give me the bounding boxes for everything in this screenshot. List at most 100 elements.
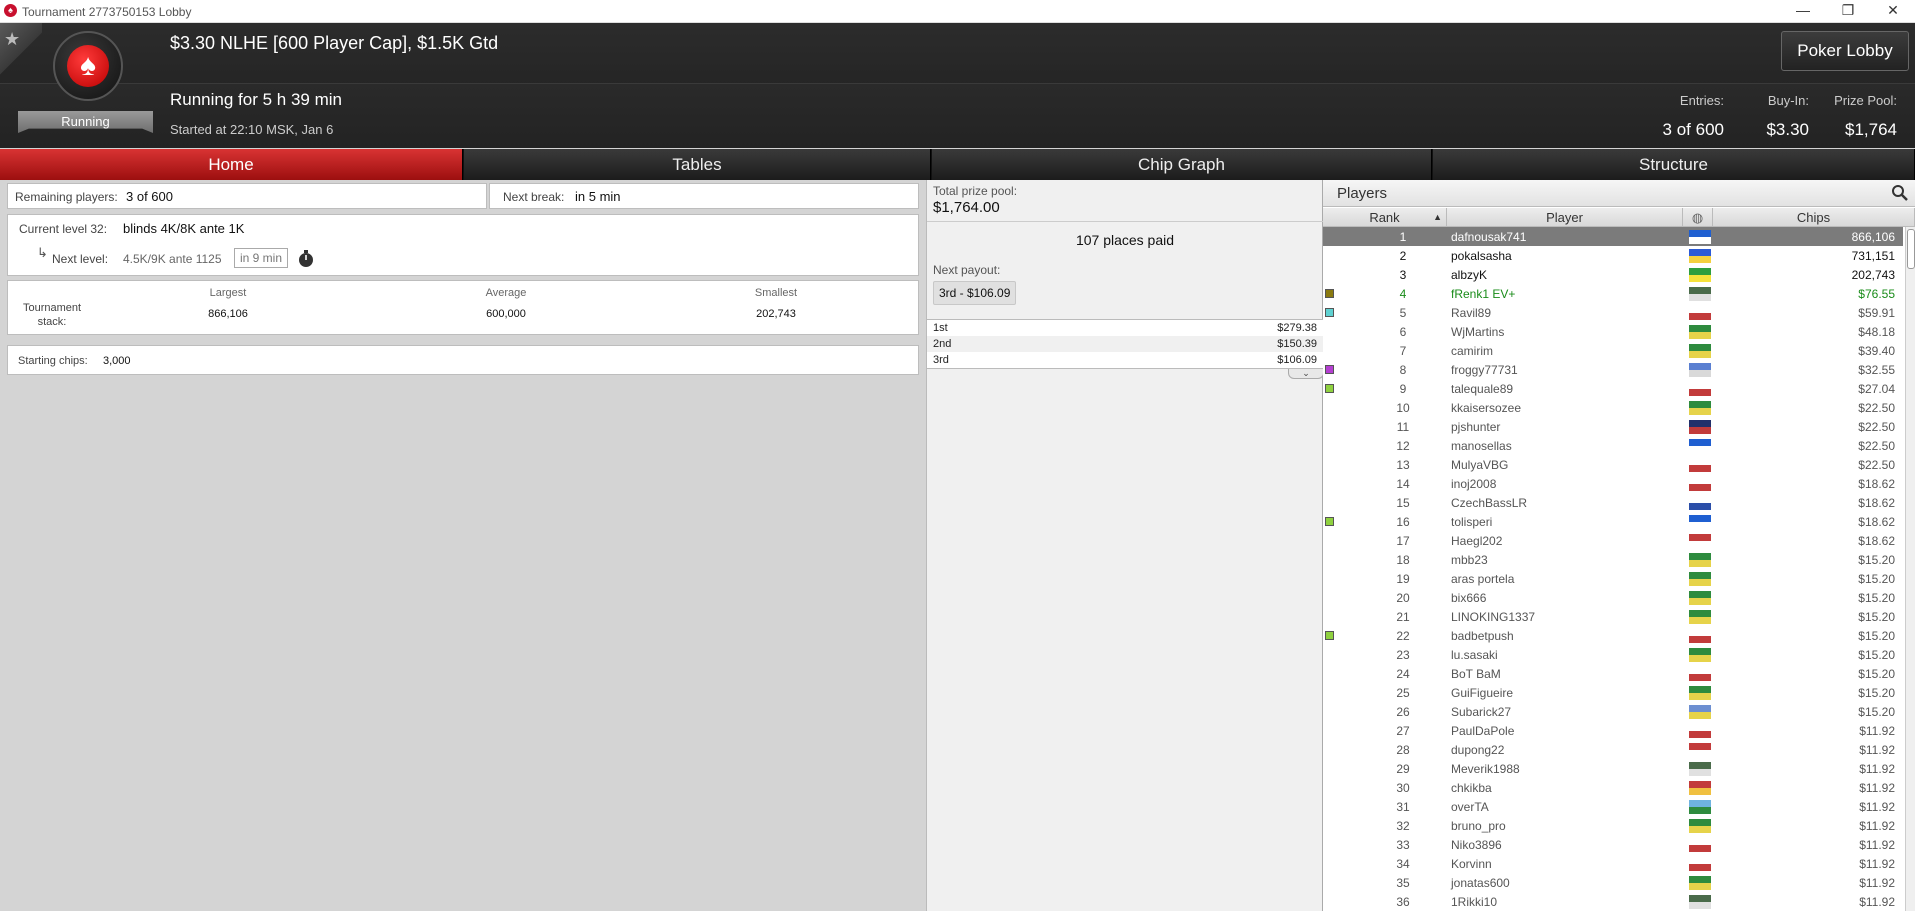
player-rank: 16 xyxy=(1396,515,1410,529)
expand-payouts-chevron-icon[interactable]: ⌄ xyxy=(1288,369,1324,379)
player-row[interactable]: 5 Ravil89 $59.91 xyxy=(1323,303,1903,322)
player-row[interactable]: 28 dupong22 $11.92 xyxy=(1323,740,1903,759)
current-level-value: blinds 4K/8K ante 1K xyxy=(123,221,245,236)
player-rank: 28 xyxy=(1396,743,1410,757)
player-row[interactable]: 29 Meverik1988 $11.92 xyxy=(1323,759,1903,778)
player-note-marker xyxy=(1325,289,1334,298)
player-row[interactable]: 1 dafnousak741 866,106 xyxy=(1323,227,1903,246)
next-break-value: in 5 min xyxy=(575,189,621,204)
player-chips: $59.91 xyxy=(1858,306,1895,320)
player-row[interactable]: 14 inoj2008 $18.62 xyxy=(1323,474,1903,493)
player-row[interactable]: 3 albzyK 202,743 xyxy=(1323,265,1903,284)
player-chips: $22.50 xyxy=(1858,458,1895,472)
country-flag-icon xyxy=(1689,306,1711,320)
tab-home[interactable]: Home xyxy=(0,149,463,180)
player-row[interactable]: 34 Korvinn $11.92 xyxy=(1323,854,1903,873)
player-row[interactable]: 6 WjMartins $48.18 xyxy=(1323,322,1903,341)
player-row[interactable]: 26 Subarick27 $15.20 xyxy=(1323,702,1903,721)
player-list-scrollbar[interactable] xyxy=(1905,227,1915,911)
player-chips: $27.04 xyxy=(1858,382,1895,396)
player-row[interactable]: 32 bruno_pro $11.92 xyxy=(1323,816,1903,835)
next-break-label: Next break: xyxy=(503,190,565,204)
tab-chip-graph[interactable]: Chip Graph xyxy=(932,149,1432,180)
player-row[interactable]: 15 CzechBassLR $18.62 xyxy=(1323,493,1903,512)
player-chips: 731,151 xyxy=(1851,249,1895,263)
player-row[interactable]: 18 mbb23 $15.20 xyxy=(1323,550,1903,569)
starting-chips-label: Starting chips: xyxy=(18,355,88,367)
player-row[interactable]: 23 lu.sasaki $15.20 xyxy=(1323,645,1903,664)
entries-stat: Entries: 3 of 600 xyxy=(1663,93,1724,140)
poker-lobby-button[interactable]: Poker Lobby xyxy=(1781,31,1909,71)
player-row[interactable]: 20 bix666 $15.20 xyxy=(1323,588,1903,607)
player-row[interactable]: 11 pjshunter $22.50 xyxy=(1323,417,1903,436)
player-chips: $11.92 xyxy=(1859,724,1895,738)
player-row[interactable]: 8 froggy77731 $32.55 xyxy=(1323,360,1903,379)
player-rank: 35 xyxy=(1396,876,1410,890)
player-row[interactable]: 9 talequale89 $27.04 xyxy=(1323,379,1903,398)
player-row[interactable]: 27 PaulDaPole $11.92 xyxy=(1323,721,1903,740)
country-flag-icon xyxy=(1689,553,1711,567)
tab-tables[interactable]: Tables xyxy=(464,149,931,180)
scrollbar-thumb[interactable] xyxy=(1907,229,1915,269)
country-flag-icon xyxy=(1689,629,1711,643)
player-row[interactable]: 21 LINOKING1337 $15.20 xyxy=(1323,607,1903,626)
player-chips: $11.92 xyxy=(1859,800,1895,814)
player-row[interactable]: 7 camirim $39.40 xyxy=(1323,341,1903,360)
player-row[interactable]: 24 BoT BaM $15.20 xyxy=(1323,664,1903,683)
level-box: Current level 32: blinds 4K/8K ante 1K ↳… xyxy=(7,214,919,276)
search-icon[interactable] xyxy=(1891,184,1909,202)
player-rank: 34 xyxy=(1396,857,1410,871)
player-row[interactable]: 30 chkikba $11.92 xyxy=(1323,778,1903,797)
average-stack-header: Average xyxy=(485,287,527,299)
player-row[interactable]: 31 overTA $11.92 xyxy=(1323,797,1903,816)
player-row[interactable]: 2 pokalsasha 731,151 xyxy=(1323,246,1903,265)
close-button[interactable]: ✕ xyxy=(1871,0,1915,23)
minimize-button[interactable]: — xyxy=(1781,0,1825,23)
prize-pool-label: Prize Pool: xyxy=(1834,93,1897,108)
player-row[interactable]: 36 1Rikki10 $11.92 xyxy=(1323,892,1903,911)
remaining-players-box: Remaining players: 3 of 600 xyxy=(7,183,487,209)
player-rank: 26 xyxy=(1396,705,1410,719)
player-chips: $48.18 xyxy=(1858,325,1895,339)
player-rank: 4 xyxy=(1399,287,1407,301)
player-rank: 31 xyxy=(1396,800,1410,814)
favorite-star-icon[interactable]: ★ xyxy=(0,23,42,83)
player-row[interactable]: 25 GuiFigueire $15.20 xyxy=(1323,683,1903,702)
player-rank: 7 xyxy=(1399,344,1407,358)
player-row[interactable]: 33 Niko3896 $11.92 xyxy=(1323,835,1903,854)
tab-structure[interactable]: Structure xyxy=(1433,149,1915,180)
player-row[interactable]: 35 jonatas600 $11.92 xyxy=(1323,873,1903,892)
player-row[interactable]: 16 tolisperi $18.62 xyxy=(1323,512,1903,531)
player-row[interactable]: 22 badbetpush $15.20 xyxy=(1323,626,1903,645)
player-row[interactable]: 17 Haegl202 $18.62 xyxy=(1323,531,1903,550)
player-name: Haegl202 xyxy=(1451,534,1503,548)
rank-column-header[interactable]: Rank ▲ xyxy=(1323,208,1447,227)
player-column-header[interactable]: Player xyxy=(1447,208,1683,227)
restore-button[interactable]: ❐ xyxy=(1826,0,1870,23)
country-column-header[interactable]: ◍ xyxy=(1683,208,1713,227)
player-row[interactable]: 10 kkaisersozee $22.50 xyxy=(1323,398,1903,417)
player-chips: $15.20 xyxy=(1858,591,1895,605)
player-note-marker xyxy=(1325,365,1334,374)
player-row[interactable]: 4 fRenk1 EV+ $76.55 xyxy=(1323,284,1903,303)
player-row[interactable]: 12 manosellas $22.50 xyxy=(1323,436,1903,455)
player-rank: 20 xyxy=(1396,591,1410,605)
chips-column-header[interactable]: Chips xyxy=(1713,208,1915,227)
player-chips: $15.20 xyxy=(1858,629,1895,643)
country-flag-icon xyxy=(1689,515,1711,529)
player-rank: 6 xyxy=(1399,325,1407,339)
country-flag-icon xyxy=(1689,762,1711,776)
player-chips: $15.20 xyxy=(1858,686,1895,700)
payout-place: 1st xyxy=(933,322,948,334)
player-chips: $11.92 xyxy=(1859,781,1895,795)
next-level-time: in 9 min xyxy=(234,248,289,268)
payout-row: 2nd $150.39 xyxy=(927,336,1323,352)
country-flag-icon xyxy=(1689,572,1711,586)
country-flag-icon xyxy=(1689,610,1711,624)
player-chips: $22.50 xyxy=(1858,401,1895,415)
largest-stack-header: Largest xyxy=(209,287,247,299)
player-row[interactable]: 19 aras portela $15.20 xyxy=(1323,569,1903,588)
player-note-marker xyxy=(1325,517,1334,526)
payout-table: 1st $279.38 2nd $150.39 3rd $106.09 xyxy=(927,319,1323,369)
player-row[interactable]: 13 MulyaVBG $22.50 xyxy=(1323,455,1903,474)
